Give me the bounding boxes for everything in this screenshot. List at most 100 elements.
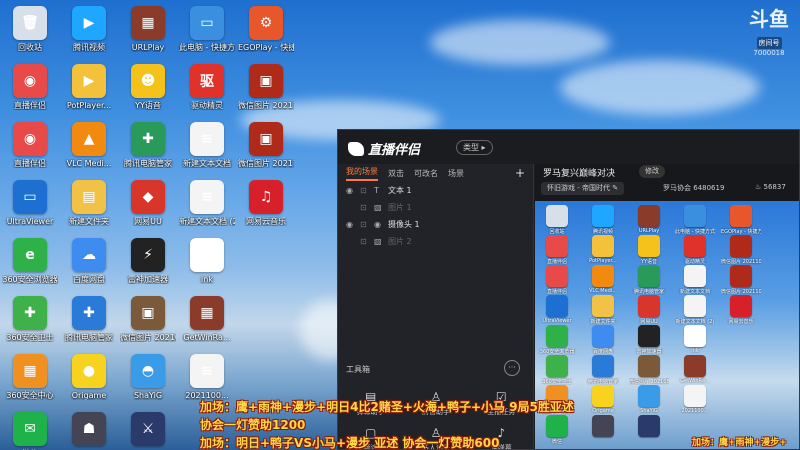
desktop-icon[interactable]: ⚙ EGOPlay - 快捷方式 bbox=[238, 6, 294, 52]
tab-double-click[interactable]: 双击 bbox=[388, 168, 404, 179]
lock-icon[interactable]: ⊡ bbox=[360, 203, 374, 212]
tab-my-scenes[interactable]: 我的场景 bbox=[346, 166, 378, 181]
category-selector[interactable]: 怀旧游戏 - 帝国时代 ✎ bbox=[541, 182, 625, 195]
desktop-icon[interactable]: e 360安全浏览器 bbox=[2, 238, 58, 284]
preview-icon: 腾讯视频 bbox=[583, 205, 623, 235]
preview-icon: 2021100... bbox=[675, 385, 715, 414]
desktop-icon[interactable]: ⚡ 雷神加速器 bbox=[120, 238, 176, 284]
add-scene-button[interactable]: + bbox=[515, 166, 525, 180]
desktop-icon[interactable]: ▣ 微信图片 2021100... bbox=[238, 122, 294, 168]
preview-icon-image bbox=[592, 235, 614, 257]
source-type-icon: ◉ bbox=[374, 220, 381, 229]
watermark-tag: 房间号 bbox=[756, 37, 782, 49]
desktop-icon[interactable]: ▶ 腾讯视频 bbox=[61, 6, 117, 52]
desktop-icon-label: 微信图片 2021100... bbox=[238, 159, 294, 168]
desktop-icon-image: ▤ bbox=[72, 180, 106, 214]
preview-icon: ink bbox=[675, 325, 715, 354]
caption-line-2: 协会一灯赞助1200 bbox=[200, 418, 306, 432]
preview-icon-image bbox=[684, 325, 706, 347]
desktop-icon-image: ▣ bbox=[131, 296, 165, 330]
preview-icon-image bbox=[638, 265, 660, 287]
desktop-icon[interactable]: k ink bbox=[179, 238, 235, 284]
visibility-icon[interactable]: ◉ bbox=[346, 220, 360, 229]
desktop-icon[interactable]: ▲ VLC Medi... bbox=[61, 122, 117, 168]
tab-scene[interactable]: 场景 bbox=[448, 168, 464, 179]
desktop-icon[interactable]: ✉微信 bbox=[2, 412, 58, 450]
desktop-icon[interactable]: ◉ 直播伴侣 bbox=[2, 122, 58, 168]
desktop-icon[interactable]: ▦ GetWinRa... bbox=[179, 296, 235, 342]
stream-preview[interactable]: 回收站 腾讯视频 URLPlay 此电脑 - 快捷方式 EGOPlay - 快捷方式直播… bbox=[535, 201, 799, 449]
desktop-icon[interactable]: ▣ 微信图片 2021100... bbox=[238, 64, 294, 110]
desktop-icon-image: ▦ bbox=[131, 6, 165, 40]
desktop-icon[interactable]: ◆ 网易UU bbox=[120, 180, 176, 226]
preview-icon: 新建文本文档 (2) bbox=[675, 295, 715, 325]
preview-icon-image bbox=[638, 235, 660, 257]
desktop-icon[interactable]: ☻ YY语音 bbox=[120, 64, 176, 110]
desktop-icon[interactable]: ☗ bbox=[61, 412, 117, 449]
preview-icon-label: URLPlay bbox=[638, 228, 660, 234]
source-row[interactable]: ⊡ ▧ 图片 1 bbox=[338, 199, 533, 216]
desktop-icon-label: EGOPlay - 快捷方式 bbox=[238, 43, 294, 52]
desktop-icon[interactable]: ◉ 直播伴侣 bbox=[2, 64, 58, 110]
desktop-icon-label: GetWinRa... bbox=[183, 333, 231, 342]
preview-icon-label: VLC Medi... bbox=[588, 288, 617, 294]
preview-icon-label: 腾讯电脑管家 bbox=[633, 289, 664, 295]
desktop-icon-label: 直播伴侣 bbox=[14, 101, 46, 110]
visibility-icon[interactable]: ◉ bbox=[346, 186, 360, 195]
desktop-icon[interactable]: ✚ 腾讯电脑管家 bbox=[61, 296, 117, 342]
desktop-icon[interactable]: 🗑 回收站 bbox=[2, 6, 58, 52]
desktop-icon[interactable]: ◓ ShaYiG bbox=[120, 354, 176, 400]
desktop-icon-image: ♫ bbox=[249, 180, 283, 214]
desktop-icon[interactable]: ⚔ bbox=[120, 412, 176, 449]
desktop-icon[interactable]: ≡ 新建文本文档 bbox=[179, 122, 235, 168]
desktop-icon-image: ☁ bbox=[72, 238, 106, 272]
desktop-icon[interactable]: ● Origame bbox=[61, 354, 117, 400]
desktop-icon[interactable]: ≡ 2021100... bbox=[179, 354, 235, 400]
source-row[interactable]: ◉ ⊡ ◉ 摄像头 1 bbox=[338, 216, 533, 233]
desktop-icon[interactable]: ▦ 360安全中心 bbox=[2, 354, 58, 400]
desktop-icon[interactable]: ✚ 腾讯电脑管家 bbox=[120, 122, 176, 168]
desktop-icon[interactable]: ≡ 新建文本文档 (2) bbox=[179, 180, 235, 226]
source-row[interactable]: ⊡ ▧ 图片 2 bbox=[338, 233, 533, 250]
desktop-icon[interactable]: ▤ 新建文件夹 bbox=[61, 180, 117, 226]
edit-title-button[interactable]: 修改 bbox=[639, 165, 665, 178]
preview-icon-label: 此电脑 - 快捷方式 bbox=[675, 229, 715, 235]
lock-icon[interactable]: ⊡ bbox=[360, 186, 374, 195]
preview-icon-label: 百度网盘 bbox=[592, 349, 613, 355]
desktop-icon-image: ⚙ bbox=[249, 6, 283, 40]
preview-icon-image bbox=[546, 295, 568, 317]
desktop-icon[interactable]: ▣ 微信图片 2021080... bbox=[120, 296, 176, 342]
preview-icon-image bbox=[638, 325, 660, 347]
source-row[interactable]: ◉ ⊡ T 文本 1 bbox=[338, 182, 533, 199]
type-button[interactable]: 类型 ▸ bbox=[456, 140, 493, 155]
desktop-icon-image: 驱 bbox=[190, 64, 224, 98]
desktop-icon-image: ▭ bbox=[190, 6, 224, 40]
preview-icon-label: EGOPlay - 快捷方式 bbox=[721, 229, 761, 235]
preview-icon-label: 回收站 bbox=[549, 229, 565, 235]
toolbox-more-button[interactable]: ··· bbox=[504, 360, 520, 376]
desktop-icon-label: 直播伴侣 bbox=[14, 159, 46, 168]
tab-rename[interactable]: 可改名 bbox=[414, 168, 438, 179]
desktop-icon-image: ≡ bbox=[190, 122, 224, 156]
desktop-icon[interactable]: ✚ 360安全卫士 bbox=[2, 296, 58, 342]
preview-icon: ShaYiG bbox=[629, 385, 669, 414]
desktop-icon[interactable]: 驱驱动精灵 bbox=[179, 64, 235, 110]
desktop-icon-image: ◓ bbox=[131, 354, 165, 388]
lock-icon[interactable]: ⊡ bbox=[360, 220, 374, 229]
desktop-icon[interactable]: ▭ 此电脑 - 快捷方式 bbox=[179, 6, 235, 52]
desktop-icon[interactable]: ☁ 百度网盘 bbox=[61, 238, 117, 284]
desktop-icon[interactable]: ▶ PotPlayer... bbox=[61, 64, 117, 110]
preview-icon-image bbox=[592, 325, 614, 347]
preview-icon: 网易云音乐 bbox=[721, 295, 761, 325]
preview-icon-image bbox=[638, 295, 660, 317]
desktop-icon-label: 360安全浏览器 bbox=[2, 275, 58, 284]
caption-preview-echo: 加场：鹰+雨神+漫步+ bbox=[692, 438, 787, 448]
desktop-icon[interactable]: ▦ URLPlay bbox=[120, 6, 176, 52]
lock-icon[interactable]: ⊡ bbox=[360, 237, 374, 246]
desktop-icon-label: 新建文件夹 bbox=[69, 217, 109, 226]
stat-followers: 罗马协会 6480619 bbox=[663, 183, 724, 193]
desktop-icon[interactable]: ▭ UltraViewer bbox=[2, 180, 58, 226]
stat-heat: ♨ 56837 bbox=[755, 183, 786, 191]
desktop-icon[interactable]: ♫ 网易云音乐 bbox=[238, 180, 294, 226]
preview-icon-image bbox=[546, 325, 568, 347]
